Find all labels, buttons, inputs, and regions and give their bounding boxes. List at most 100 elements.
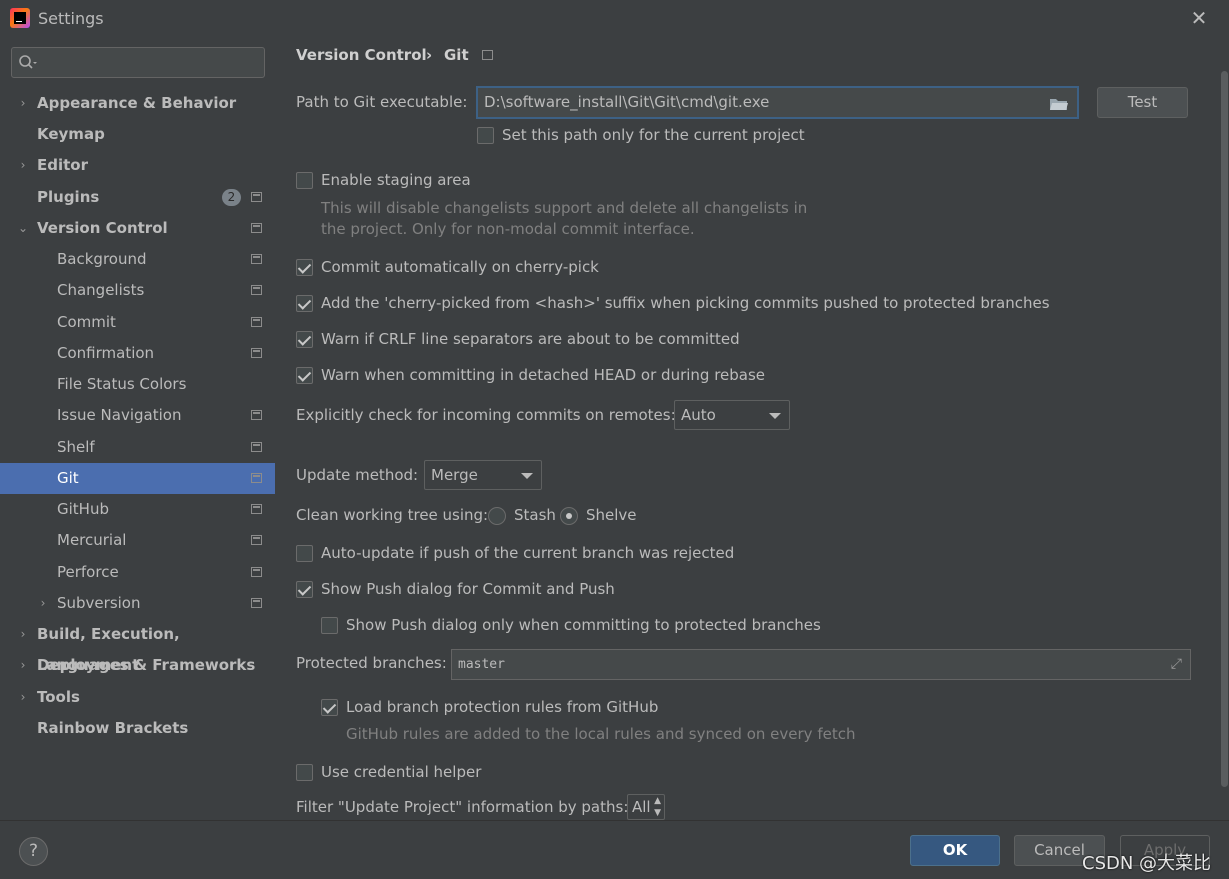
path-project-only-checkbox[interactable]	[477, 127, 494, 144]
shelve-label: Shelve	[586, 506, 637, 524]
project-level-icon	[251, 598, 262, 608]
expand-icon[interactable]: ⤢	[1171, 650, 1182, 679]
project-level-icon	[482, 50, 493, 60]
path-project-only-label: Set this path only for the current proje…	[502, 126, 805, 144]
sidebar-item-plugins[interactable]: Plugins 2	[0, 182, 275, 213]
ok-button[interactable]: OK	[910, 835, 1000, 866]
sidebar-item-file-status-colors[interactable]: File Status Colors	[0, 369, 275, 400]
stash-label: Stash	[514, 506, 556, 524]
sidebar-item-background[interactable]: Background	[0, 244, 275, 275]
cherry-pick-checkbox[interactable]	[296, 259, 313, 276]
project-level-icon	[251, 442, 262, 452]
cherry-pick-label: Commit automatically on cherry-pick	[321, 258, 599, 276]
sidebar-item-tools[interactable]: › Tools	[0, 682, 275, 713]
project-level-icon	[251, 410, 262, 420]
sidebar-item-keymap[interactable]: Keymap	[0, 119, 275, 150]
detached-head-label: Warn when committing in detached HEAD or…	[321, 366, 766, 384]
protected-branches-label: Protected branches:	[296, 654, 447, 672]
filter-paths-label: Filter "Update Project" information by p…	[296, 798, 629, 816]
close-icon[interactable]: ✕	[1189, 6, 1209, 30]
sidebar-item-issue-navigation[interactable]: Issue Navigation	[0, 400, 275, 431]
staging-area-checkbox[interactable]	[296, 172, 313, 189]
sidebar-item-appearance-behavior[interactable]: › Appearance & Behavior	[0, 88, 275, 119]
staging-area-label: Enable staging area	[321, 171, 471, 189]
chevron-right-icon: ›	[20, 627, 26, 641]
load-rules-label: Load branch protection rules from GitHub	[346, 698, 659, 716]
show-push-checkbox[interactable]	[296, 581, 313, 598]
detached-head-checkbox[interactable]	[296, 367, 313, 384]
intellij-app-icon	[10, 8, 30, 28]
chevron-right-icon: ›	[20, 658, 26, 672]
sidebar-item-rainbow-brackets[interactable]: Rainbow Brackets	[0, 713, 275, 744]
window-title: Settings	[38, 9, 104, 28]
sidebar-item-shelf[interactable]: Shelf	[0, 432, 275, 463]
show-push-label: Show Push dialog for Commit and Push	[321, 580, 615, 598]
incoming-commits-label: Explicitly check for incoming commits on…	[296, 406, 676, 424]
chevron-right-icon: ›	[20, 96, 26, 110]
update-method-dropdown[interactable]: Merge	[424, 460, 542, 490]
sidebar-item-languages-frameworks[interactable]: › Languages & Frameworks	[0, 650, 275, 681]
search-input[interactable]	[11, 47, 265, 78]
cherry-suffix-label: Add the 'cherry-picked from <hash>' suff…	[321, 294, 1050, 312]
crlf-warning-label: Warn if CRLF line separators are about t…	[321, 330, 740, 348]
load-rules-hint: GitHub rules are added to the local rule…	[346, 725, 856, 743]
scrollbar-thumb[interactable]	[1221, 71, 1228, 787]
sidebar-item-editor[interactable]: › Editor	[0, 150, 275, 181]
test-button[interactable]: Test	[1097, 87, 1188, 118]
folder-icon[interactable]	[1049, 96, 1069, 112]
incoming-commits-dropdown[interactable]: Auto	[674, 400, 790, 430]
breadcrumb-parent[interactable]: Version Control	[296, 46, 427, 64]
project-level-icon	[251, 223, 262, 233]
project-level-icon	[251, 285, 262, 295]
sidebar-item-subversion[interactable]: › Subversion	[0, 588, 275, 619]
chevron-down-icon	[521, 473, 533, 479]
show-push-protected-label: Show Push dialog only when committing to…	[346, 616, 821, 634]
stash-radio[interactable]	[488, 507, 506, 525]
search-icon	[19, 55, 37, 69]
spinner-arrows-icon: ▲ ▼	[654, 796, 661, 818]
help-button[interactable]: ?	[19, 837, 48, 866]
project-level-icon	[251, 254, 262, 264]
breadcrumb-separator: ›	[426, 46, 433, 64]
crlf-warning-checkbox[interactable]	[296, 331, 313, 348]
chevron-right-icon: ›	[20, 690, 26, 704]
sidebar-item-mercurial[interactable]: Mercurial	[0, 525, 275, 556]
sidebar-item-github[interactable]: GitHub	[0, 494, 275, 525]
git-settings-panel: Version Control › Git Path to Git execut…	[276, 36, 1229, 824]
cherry-suffix-checkbox[interactable]	[296, 295, 313, 312]
settings-sidebar: › Appearance & Behavior Keymap › Editor …	[0, 36, 275, 820]
sidebar-item-git[interactable]: Git	[0, 463, 275, 494]
sidebar-item-perforce[interactable]: Perforce	[0, 557, 275, 588]
credential-helper-label: Use credential helper	[321, 763, 482, 781]
clean-tree-label: Clean working tree using:	[296, 506, 489, 524]
protected-branches-input[interactable]: master ⤢	[451, 649, 1191, 680]
staging-hint-line-1: This will disable changelists support an…	[321, 199, 808, 217]
project-level-icon	[251, 192, 262, 202]
project-level-icon	[251, 317, 262, 327]
chevron-down-icon: ⌄	[18, 221, 29, 235]
sidebar-item-version-control[interactable]: ⌄ Version Control	[0, 213, 275, 244]
load-rules-checkbox[interactable]	[321, 699, 338, 716]
project-level-icon	[251, 567, 262, 577]
shelve-radio[interactable]	[560, 507, 578, 525]
show-push-protected-checkbox[interactable]	[321, 617, 338, 634]
filter-paths-dropdown[interactable]: All ▲ ▼	[627, 794, 665, 820]
breadcrumb-current: Git	[444, 46, 469, 64]
dialog-footer: ? OK Cancel Apply CSDN @大菜比	[0, 820, 1229, 879]
vertical-scrollbar[interactable]	[1219, 71, 1229, 824]
sidebar-item-commit[interactable]: Commit	[0, 307, 275, 338]
project-level-icon	[251, 504, 262, 514]
sidebar-item-confirmation[interactable]: Confirmation	[0, 338, 275, 369]
git-path-input[interactable]: D:\software_install\Git\Git\cmd\git.exe	[476, 86, 1079, 119]
path-label: Path to Git executable:	[296, 93, 468, 111]
chevron-down-icon	[769, 413, 781, 419]
project-level-icon	[251, 473, 262, 483]
sidebar-item-build-execution-deployment[interactable]: › Build, Execution, Deployment	[0, 619, 275, 674]
credential-helper-checkbox[interactable]	[296, 764, 313, 781]
chevron-right-icon: ›	[20, 158, 26, 172]
watermark: CSDN @大菜比	[1082, 853, 1212, 874]
auto-update-checkbox[interactable]	[296, 545, 313, 562]
plugins-update-badge: 2	[222, 189, 241, 206]
title-bar: Settings ✕	[0, 0, 1229, 36]
sidebar-item-changelists[interactable]: Changelists	[0, 275, 275, 306]
